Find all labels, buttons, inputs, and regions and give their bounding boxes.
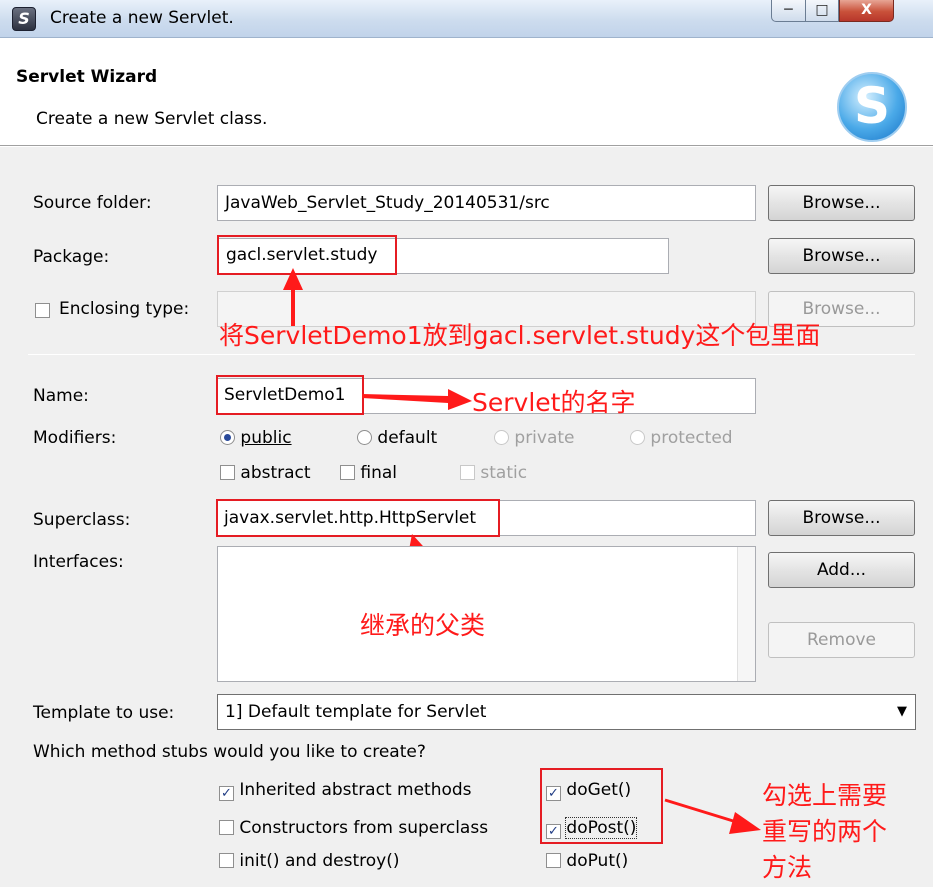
template-label: Template to use: <box>33 703 175 723</box>
remove-interface-button: Remove <box>768 622 915 658</box>
maximize-button[interactable]: □ <box>805 0 839 22</box>
superclass-browse-button[interactable]: Browse... <box>768 500 915 536</box>
source-folder-label: Source folder: <box>33 193 152 213</box>
package-label: Package: <box>33 247 110 267</box>
methods-annotation-line2: 重写的两个 <box>762 817 888 846</box>
wizard-banner <box>0 39 933 146</box>
package-browse-button[interactable]: Browse... <box>768 238 915 274</box>
wizard-title: Servlet Wizard <box>16 67 158 87</box>
source-folder-browse-button[interactable]: Browse... <box>768 185 915 221</box>
dopost-checkbox[interactable]: ✓ doPost() <box>546 817 638 839</box>
abstract-checkbox[interactable]: abstract <box>220 463 311 483</box>
method-stubs-question: Which method stubs would you like to cre… <box>33 742 426 762</box>
window-title: Create a new Servlet. <box>50 8 234 28</box>
package-annotation: 将ServletDemo1放到gacl.servlet.study这个包里面 <box>219 321 821 350</box>
modifier-public-radio[interactable]: public <box>220 428 292 448</box>
inherited-abstract-methods-checkbox[interactable]: ✓ Inherited abstract methods <box>219 780 472 801</box>
methods-arrow-icon <box>664 798 761 834</box>
doget-checkbox[interactable]: ✓ doGet() <box>546 780 631 801</box>
static-checkbox: static <box>460 463 527 483</box>
init-destroy-checkbox[interactable]: init() and destroy() <box>219 851 399 871</box>
superclass-annotation: 继承的父类 <box>360 611 486 640</box>
package-arrow-icon <box>283 268 303 326</box>
name-arrow-icon <box>362 389 472 410</box>
modifiers-label: Modifiers: <box>33 428 117 448</box>
wizard-description: Create a new Servlet class. <box>36 109 268 129</box>
name-label: Name: <box>33 386 89 406</box>
modifier-protected-radio: protected <box>630 428 733 448</box>
interfaces-list[interactable] <box>217 546 756 682</box>
superclass-label: Superclass: <box>33 510 131 530</box>
final-checkbox[interactable]: final <box>340 463 397 483</box>
name-value: ServletDemo1 <box>224 385 346 405</box>
doput-checkbox[interactable]: doPut() <box>546 851 628 871</box>
template-select[interactable]: 1] Default template for Servlet ▼ <box>217 694 916 730</box>
add-interface-button[interactable]: Add... <box>768 552 915 588</box>
chevron-down-icon: ▼ <box>897 704 907 719</box>
app-icon: S <box>12 7 36 31</box>
servlet-logo-icon: S <box>837 72 907 142</box>
name-annotation: Servlet的名字 <box>472 388 636 417</box>
interfaces-scrollbar[interactable] <box>737 547 755 681</box>
constructors-from-superclass-checkbox[interactable]: Constructors from superclass <box>219 818 488 838</box>
modifier-default-radio[interactable]: default <box>357 428 437 448</box>
minimize-button[interactable]: ─ <box>771 0 806 22</box>
interfaces-label: Interfaces: <box>33 552 124 572</box>
close-button[interactable]: X <box>839 0 894 22</box>
source-folder-field[interactable]: JavaWeb_Servlet_Study_20140531/src <box>217 185 756 221</box>
template-value: 1] Default template for Servlet <box>225 702 487 722</box>
separator <box>28 354 915 355</box>
modifier-private-radio: private <box>494 428 575 448</box>
package-value: gacl.servlet.study <box>226 245 378 265</box>
enclosing-type-label: Enclosing type: <box>59 299 190 319</box>
superclass-value: javax.servlet.http.HttpServlet <box>224 508 477 528</box>
enclosing-type-checkbox[interactable] <box>35 301 50 321</box>
methods-annotation-line3: 方法 <box>762 853 813 882</box>
methods-annotation-line1: 勾选上需要 <box>762 781 888 810</box>
